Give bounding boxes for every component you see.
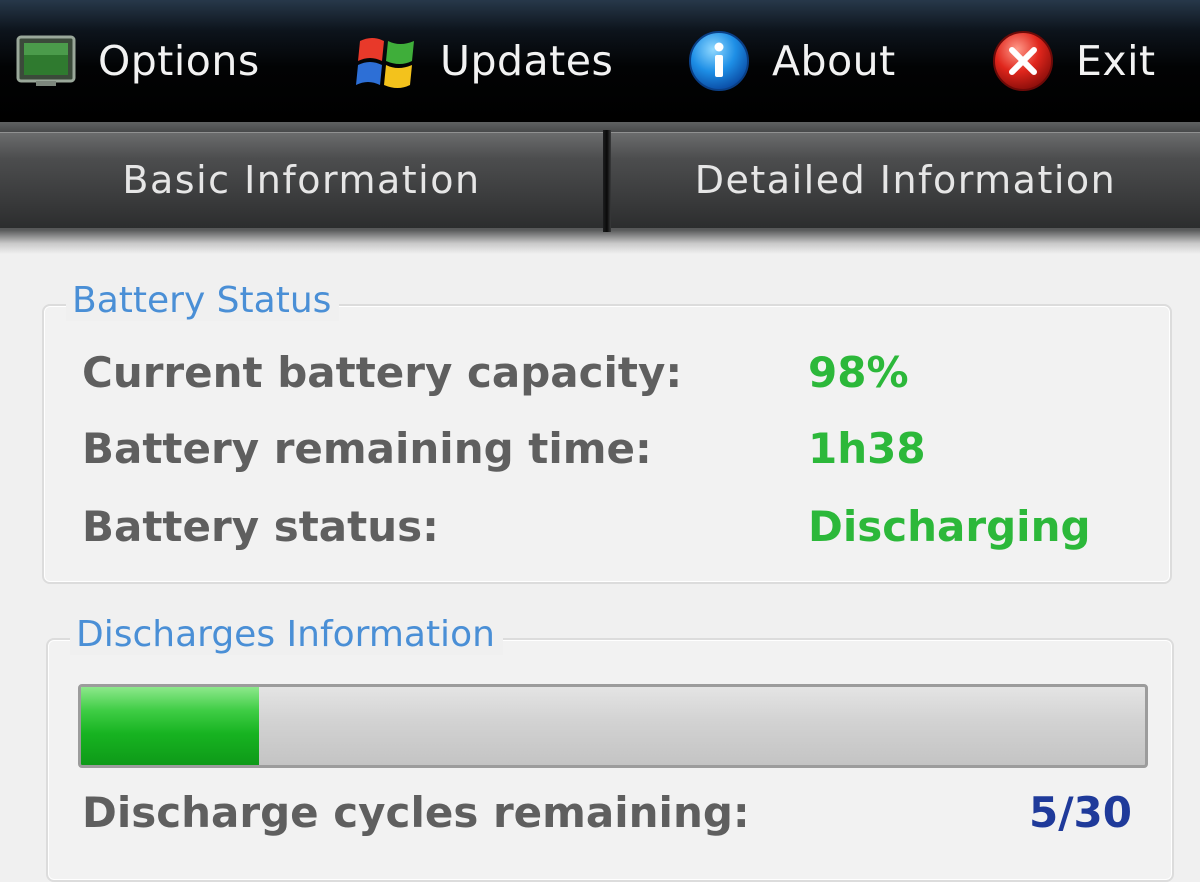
tab-detailed-label: Detailed Information xyxy=(694,158,1117,202)
windows-update-icon xyxy=(356,31,418,91)
capacity-label: Current battery capacity: xyxy=(82,348,683,397)
about-menu-item[interactable]: About xyxy=(688,22,896,100)
tab-detailed-information[interactable]: Detailed Information xyxy=(611,132,1200,228)
info-icon xyxy=(688,30,750,92)
tab-strip: Basic Information Detailed Information xyxy=(0,122,1200,254)
remaining-time-row: Battery remaining time: 1h38 xyxy=(82,424,1122,484)
battery-status-title: Battery Status xyxy=(66,280,340,321)
updates-label: Updates xyxy=(440,37,614,85)
tab-basic-information[interactable]: Basic Information xyxy=(0,132,603,228)
updates-menu-item[interactable]: Updates xyxy=(356,22,613,100)
remaining-time-label: Battery remaining time: xyxy=(82,424,652,473)
discharge-cycles-value: 5/30 xyxy=(1028,788,1132,837)
exit-label: Exit xyxy=(1076,37,1156,85)
tab-divider xyxy=(603,130,611,232)
battery-status-label: Battery status: xyxy=(82,502,439,551)
discharges-group: Discharges Information Discharge cycles … xyxy=(46,614,1174,882)
remaining-time-value: 1h38 xyxy=(808,424,926,473)
exit-menu-item[interactable]: Exit xyxy=(992,22,1156,100)
discharge-cycles-row: Discharge cycles remaining: 5/30 xyxy=(82,788,1142,848)
discharge-progress-bar xyxy=(78,684,1148,768)
close-icon xyxy=(992,30,1054,92)
options-menu-item[interactable]: Options xyxy=(16,22,260,100)
discharge-progress-fill xyxy=(81,687,259,765)
discharge-cycles-label: Discharge cycles remaining: xyxy=(82,788,750,837)
menu-bar: Options Updates About Exit xyxy=(0,0,1200,122)
battery-status-group: Battery Status Current battery capacity:… xyxy=(42,280,1172,584)
options-label: Options xyxy=(98,37,260,85)
discharges-title: Discharges Information xyxy=(70,614,503,655)
monitor-icon xyxy=(16,35,76,87)
about-label: About xyxy=(772,37,896,85)
capacity-row: Current battery capacity: 98% xyxy=(82,348,1122,408)
battery-status-row: Battery status: Discharging xyxy=(82,502,1122,562)
battery-status-value: Discharging xyxy=(808,502,1091,551)
tab-basic-label: Basic Information xyxy=(122,158,481,202)
capacity-value: 98% xyxy=(808,348,909,397)
